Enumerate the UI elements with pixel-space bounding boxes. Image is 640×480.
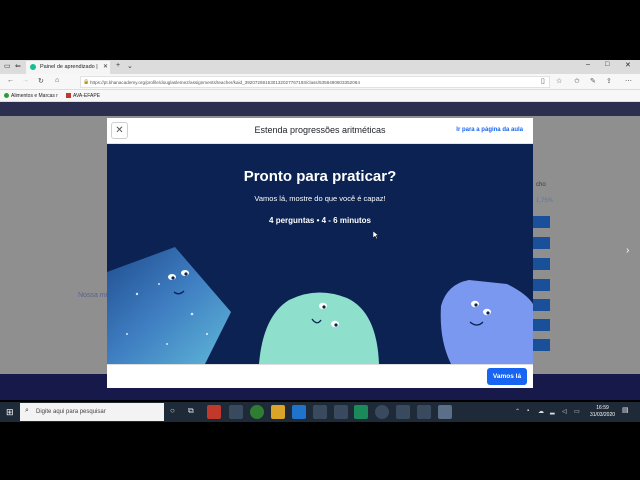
- tab-close-icon[interactable]: ✕: [103, 63, 108, 70]
- notes-icon[interactable]: ✎: [590, 77, 596, 85]
- side-text: cho: [536, 182, 546, 188]
- app-icon-green[interactable]: [354, 405, 368, 419]
- refresh-icon[interactable]: ↻: [38, 77, 44, 85]
- back-icon[interactable]: ←: [7, 77, 14, 84]
- start-practice-button[interactable]: Vamos lá: [487, 368, 527, 385]
- app-icon-gray[interactable]: [313, 405, 327, 419]
- practice-modal: ✕ Estenda progressões aritméticas Ir par…: [107, 118, 533, 388]
- task-view-icon[interactable]: ⧉: [188, 406, 194, 416]
- settings-gear-icon[interactable]: [417, 405, 431, 419]
- cortana-icon[interactable]: ○: [170, 406, 175, 415]
- app-icon-blue[interactable]: [438, 405, 452, 419]
- page-header: [0, 102, 640, 116]
- mint-blob-character: [259, 292, 379, 364]
- lesson-page-link[interactable]: Ir para a página da aula: [456, 127, 523, 133]
- practice-hero: Pronto para praticar? Vamos lá, mostre d…: [107, 144, 533, 364]
- window-close-icon[interactable]: ✕: [625, 61, 631, 69]
- home-icon[interactable]: ⌂: [55, 77, 59, 84]
- notification-icon[interactable]: ▤: [622, 406, 632, 416]
- khan-favicon-icon: [30, 64, 36, 70]
- favorite-site-icon: [66, 93, 71, 98]
- new-tab-icon[interactable]: +: [116, 62, 120, 69]
- tab-back-icon[interactable]: ⇐: [15, 62, 21, 70]
- favorites-bar: Alimentos e Marcas r AVA-EFAPE: [0, 90, 640, 102]
- next-arrow-icon[interactable]: ›: [626, 245, 629, 256]
- search-placeholder: Digite aqui para pesquisar: [36, 409, 106, 415]
- app-icon-red[interactable]: [207, 405, 221, 419]
- blue-rock-character: [107, 247, 231, 364]
- lavender-rock-character: [440, 280, 533, 364]
- volume-icon[interactable]: ◁: [562, 408, 567, 415]
- side-percent: 1,75%: [536, 198, 554, 204]
- modal-header: ✕ Estenda progressões aritméticas Ir par…: [107, 118, 533, 144]
- app-icon-gray[interactable]: [334, 405, 348, 419]
- taskbar-search-box[interactable]: ⌕ Digite aqui para pesquisar: [20, 403, 164, 421]
- store-icon[interactable]: [229, 405, 243, 419]
- favorite-alimentos[interactable]: Alimentos e Marcas r: [4, 93, 58, 99]
- url-text: https://pt.khanacademy.org/profile/dougl…: [90, 80, 360, 85]
- tab-title: Painel de aprendizado |: [40, 64, 98, 70]
- hero-subtitle: Vamos lá, mostre do que você é capaz!: [254, 194, 386, 203]
- tab-actions-icon[interactable]: ▭: [4, 62, 11, 70]
- app-icon-gray[interactable]: [396, 405, 410, 419]
- favorite-star-icon[interactable]: ☆: [556, 77, 562, 85]
- onedrive-icon[interactable]: ☁: [538, 408, 544, 415]
- chrome-icon[interactable]: [250, 405, 264, 419]
- mouse-cursor-icon: [373, 231, 379, 239]
- address-bar-row: ← → ↻ ⌂ 🔒 https://pt.khanacademy.org/pro…: [0, 74, 640, 90]
- hero-meta: 4 perguntas • 4 - 6 minutos: [269, 216, 371, 225]
- screen: ▭ ⇐ Painel de aprendizado | ✕ + ⌄ – □ ✕ …: [0, 0, 640, 480]
- taskbar-clock[interactable]: 16:59 31/03/2020: [590, 405, 615, 419]
- clock-time: 16:59: [596, 405, 609, 411]
- favorite-ava-efape[interactable]: AVA-EFAPE: [66, 93, 100, 99]
- forward-icon[interactable]: →: [22, 77, 29, 84]
- search-icon: ⌕: [25, 407, 29, 414]
- people-icon[interactable]: ⌃: [515, 408, 520, 415]
- favorites-hub-icon[interactable]: ✩: [574, 77, 580, 85]
- network-icon[interactable]: ▂: [550, 408, 555, 415]
- favorite-site-icon: [4, 93, 9, 98]
- tab-list-chevron-icon[interactable]: ⌄: [127, 62, 133, 70]
- app-icon-round[interactable]: [375, 405, 389, 419]
- share-icon[interactable]: ⇪: [606, 77, 612, 85]
- hero-title: Pronto para praticar?: [243, 168, 397, 185]
- more-menu-icon[interactable]: ⋯: [625, 77, 632, 85]
- browser-tab-bar: ▭ ⇐ Painel de aprendizado | ✕ + ⌄ – □ ✕: [0, 60, 640, 74]
- keyboard-icon[interactable]: ▭: [574, 408, 580, 415]
- browser-tab-active[interactable]: Painel de aprendizado | ✕: [26, 61, 110, 74]
- reading-view-icon[interactable]: ▯: [541, 77, 545, 85]
- minimize-icon[interactable]: –: [586, 61, 590, 68]
- modal-footer: Vamos lá: [107, 364, 533, 388]
- edge-icon[interactable]: [292, 405, 306, 419]
- maximize-icon[interactable]: □: [605, 61, 609, 68]
- lock-icon: 🔒: [83, 79, 90, 85]
- taskbar: ⊞ ⌕ Digite aqui para pesquisar ○ ⧉ ⌃ ▪ ☁…: [0, 402, 640, 422]
- tray-icon[interactable]: ▪: [527, 408, 529, 414]
- file-explorer-icon[interactable]: [271, 405, 285, 419]
- clock-date: 31/03/2020: [590, 412, 616, 418]
- windows-start-icon[interactable]: ⊞: [6, 407, 14, 418]
- url-field[interactable]: 🔒 https://pt.khanacademy.org/profile/dou…: [80, 76, 550, 88]
